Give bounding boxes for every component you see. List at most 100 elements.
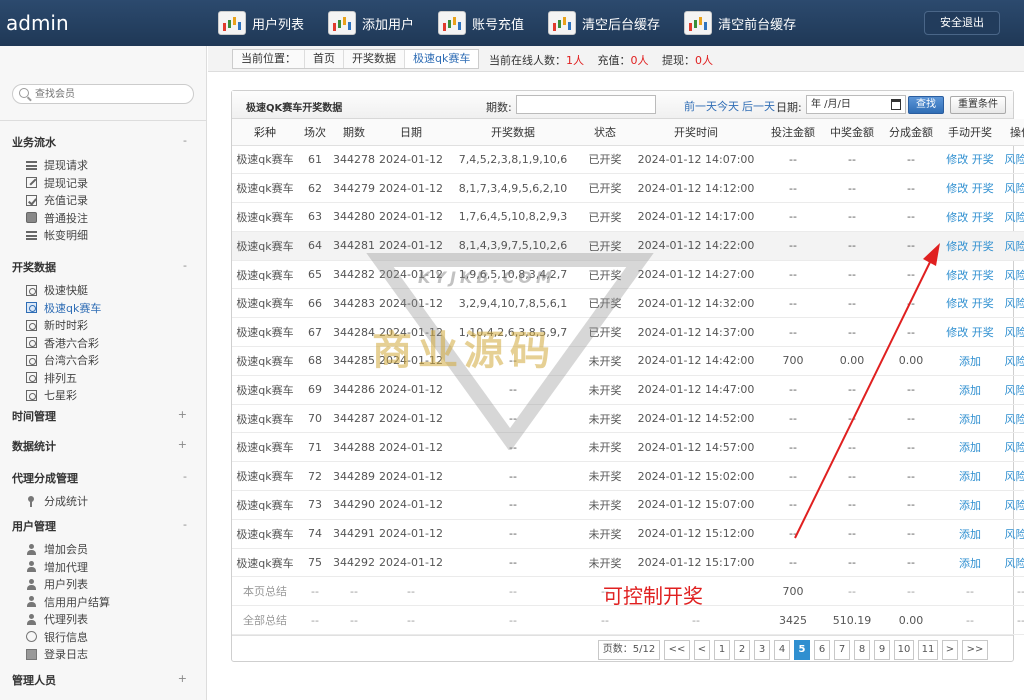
pager-page-4[interactable]: 4 — [774, 640, 790, 660]
sidebar-item-1-3[interactable]: 香港六合彩 — [26, 335, 99, 351]
topnav-item-2[interactable]: 账号充值 — [438, 0, 524, 46]
manual-action-link[interactable]: 开奖 — [972, 240, 994, 253]
sidebar-item-1-5[interactable]: 排列五 — [26, 370, 77, 386]
risk-value-link[interactable]: 风险值 — [1005, 182, 1024, 195]
pager-last-button[interactable]: >> — [962, 640, 988, 660]
sidebar-group-toggle[interactable]: + — [178, 408, 187, 421]
sidebar-item-1-0[interactable]: 极速快艇 — [26, 282, 88, 298]
sidebar-item-1-2[interactable]: 新时时彩 — [26, 317, 88, 333]
risk-value-link[interactable]: 风险值 — [1005, 211, 1024, 224]
sidebar-item-5-3[interactable]: 信用用户结算 — [26, 594, 110, 610]
sidebar-group-6[interactable]: 管理人员 + — [12, 672, 187, 688]
risk-value-link[interactable]: 风险值 — [1005, 470, 1024, 483]
sidebar-item-5-5[interactable]: 银行信息 — [26, 629, 88, 645]
sidebar-group-4[interactable]: 代理分成管理 - — [12, 470, 187, 486]
risk-value-link[interactable]: 风险值 — [1005, 557, 1024, 570]
sidebar-item-1-1[interactable]: 极速qk赛车 — [26, 300, 101, 316]
manual-action-link[interactable]: 开奖 — [972, 326, 994, 339]
risk-value-link[interactable]: 风险值 — [1005, 355, 1024, 368]
sidebar-group-toggle[interactable]: - — [183, 470, 187, 483]
sidebar-group-toggle[interactable]: - — [183, 259, 187, 272]
prev-day-link[interactable]: 前一天 — [684, 98, 717, 114]
sidebar-group-2[interactable]: 时间管理 + — [12, 408, 187, 424]
manual-action-link[interactable]: 开奖 — [972, 153, 994, 166]
date-input[interactable]: 年 /月/日 — [806, 95, 906, 114]
pager-page-1[interactable]: 1 — [714, 640, 730, 660]
risk-value-link[interactable]: 风险值 — [1005, 269, 1024, 282]
manual-action-link[interactable]: 修改 — [946, 240, 968, 253]
pager-page-6[interactable]: 6 — [814, 640, 830, 660]
risk-value-link[interactable]: 风险值 — [1005, 441, 1024, 454]
manual-action-link[interactable]: 添加 — [959, 384, 981, 397]
sidebar-item-5-0[interactable]: 增加会员 — [26, 541, 88, 557]
manual-action-link[interactable]: 修改 — [946, 269, 968, 282]
manual-action-link[interactable]: 修改 — [946, 211, 968, 224]
manual-action-link[interactable]: 修改 — [946, 297, 968, 310]
sidebar-item-5-6[interactable]: 登录日志 — [26, 646, 88, 662]
sidebar-group-toggle[interactable]: - — [183, 518, 187, 531]
pager-next-button[interactable]: > — [942, 640, 958, 660]
manual-action-link[interactable]: 添加 — [959, 413, 981, 426]
member-search-input[interactable] — [35, 86, 185, 102]
manual-action-link[interactable]: 修改 — [946, 153, 968, 166]
pager-page-9[interactable]: 9 — [874, 640, 890, 660]
manual-action-link[interactable]: 添加 — [959, 470, 981, 483]
sidebar-item-5-1[interactable]: 增加代理 — [26, 559, 88, 575]
risk-value-link[interactable]: 风险值 — [1005, 326, 1024, 339]
pager-page-2[interactable]: 2 — [734, 640, 750, 660]
sidebar-group-toggle[interactable]: - — [183, 134, 187, 147]
period-input[interactable] — [516, 95, 656, 114]
manual-action-link[interactable]: 开奖 — [972, 211, 994, 224]
sidebar-item-0-3[interactable]: 普通投注 — [26, 210, 88, 226]
risk-value-link[interactable]: 风险值 — [1005, 528, 1024, 541]
sidebar-item-0-4[interactable]: 帐变明细 — [26, 227, 88, 243]
today-link[interactable]: 今天 — [717, 98, 739, 114]
topnav-item-3[interactable]: 清空后台缓存 — [548, 0, 660, 46]
risk-value-link[interactable]: 风险值 — [1005, 153, 1024, 166]
risk-value-link[interactable]: 风险值 — [1005, 413, 1024, 426]
sidebar-group-3[interactable]: 数据统计 + — [12, 438, 187, 454]
search-button[interactable]: 查找 — [908, 96, 944, 114]
logout-button[interactable]: 安全退出 — [924, 11, 1000, 35]
sidebar-group-5[interactable]: 用户管理 - — [12, 518, 187, 534]
sidebar-item-0-0[interactable]: 提现请求 — [26, 157, 88, 173]
pager-page-3[interactable]: 3 — [754, 640, 770, 660]
manual-action-link[interactable]: 修改 — [946, 326, 968, 339]
sidebar-item-4-0[interactable]: 分成统计 — [26, 493, 88, 509]
pager-first-button[interactable]: << — [664, 640, 690, 660]
pager-page-11[interactable]: 11 — [918, 640, 938, 660]
sidebar-item-1-4[interactable]: 台湾六合彩 — [26, 352, 99, 368]
sidebar-group-toggle[interactable]: + — [178, 438, 187, 451]
breadcrumb-draw-data[interactable]: 开奖数据 — [344, 50, 405, 68]
risk-value-link[interactable]: 风险值 — [1005, 297, 1024, 310]
sidebar-group-0[interactable]: 业务流水 - — [12, 134, 187, 150]
topnav-item-1[interactable]: 添加用户 — [328, 0, 414, 46]
risk-value-link[interactable]: 风险值 — [1005, 240, 1024, 253]
pager-page-5[interactable]: 5 — [794, 640, 810, 660]
pager-prev-button[interactable]: < — [694, 640, 710, 660]
member-search[interactable] — [12, 84, 194, 104]
risk-value-link[interactable]: 风险值 — [1005, 384, 1024, 397]
manual-action-link[interactable]: 添加 — [959, 557, 981, 570]
manual-action-link[interactable]: 开奖 — [972, 269, 994, 282]
manual-action-link[interactable]: 添加 — [959, 528, 981, 541]
pager-page-10[interactable]: 10 — [894, 640, 914, 660]
sidebar-item-5-2[interactable]: 用户列表 — [26, 576, 88, 592]
manual-action-link[interactable]: 添加 — [959, 441, 981, 454]
pager-page-8[interactable]: 8 — [854, 640, 870, 660]
next-day-link[interactable]: 后一天 — [742, 98, 775, 114]
sidebar-group-1[interactable]: 开奖数据 - — [12, 259, 187, 275]
reset-button[interactable]: 重置条件 — [950, 96, 1006, 114]
sidebar-group-toggle[interactable]: + — [178, 672, 187, 685]
manual-action-link[interactable]: 修改 — [946, 182, 968, 195]
topnav-item-0[interactable]: 用户列表 — [218, 0, 304, 46]
risk-value-link[interactable]: 风险值 — [1005, 499, 1024, 512]
manual-action-link[interactable]: 添加 — [959, 499, 981, 512]
topnav-item-4[interactable]: 清空前台缓存 — [684, 0, 796, 46]
sidebar-item-1-6[interactable]: 七星彩 — [26, 387, 77, 403]
sidebar-item-0-1[interactable]: 提现记录 — [26, 175, 88, 191]
calendar-icon[interactable] — [891, 99, 901, 110]
manual-action-link[interactable]: 开奖 — [972, 297, 994, 310]
sidebar-item-0-2[interactable]: 充值记录 — [26, 192, 88, 208]
manual-action-link[interactable]: 开奖 — [972, 182, 994, 195]
